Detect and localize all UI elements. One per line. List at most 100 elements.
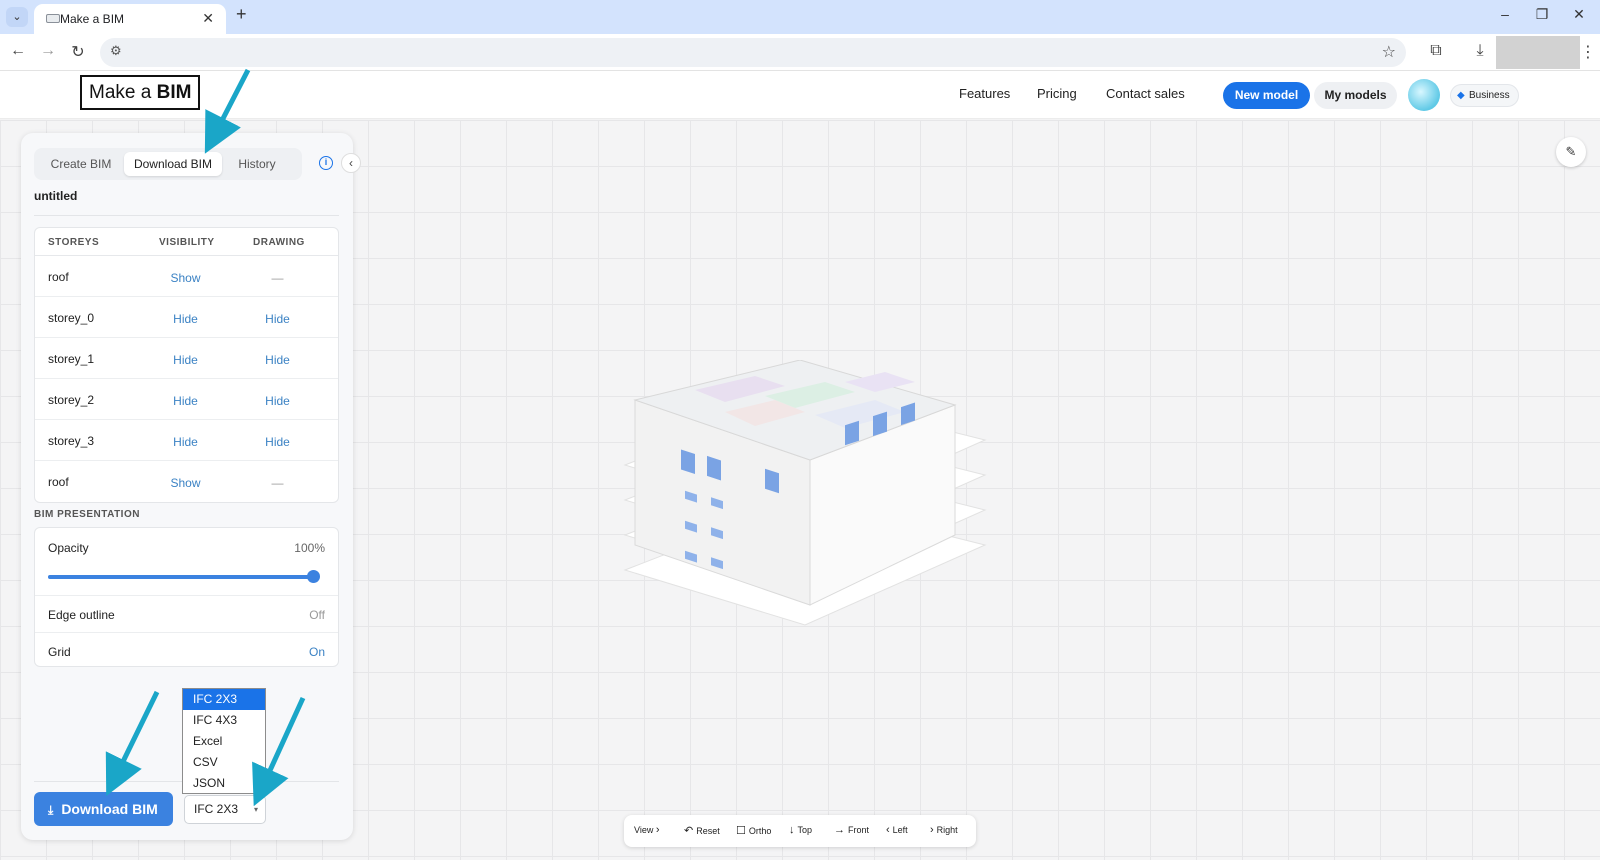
storey-name: roof	[48, 270, 69, 284]
tab-list-button[interactable]: ⌄	[6, 7, 28, 27]
grid-label: Grid	[48, 645, 71, 659]
building-model[interactable]	[615, 360, 995, 640]
model-name: untitled	[34, 189, 78, 203]
address-bar[interactable]: ⚙ ☆	[100, 38, 1406, 67]
table-row: roof Show —	[35, 256, 338, 297]
table-row: roof Show —	[35, 461, 338, 502]
logo[interactable]: Make a BIM	[80, 75, 201, 110]
diamond-icon: ◆	[1457, 90, 1465, 101]
browser-tabstrip: ⌄ Make a BIM ✕ + – ❐ ✕	[0, 0, 1600, 34]
my-models-button[interactable]: My models	[1314, 82, 1397, 109]
visibility-toggle[interactable]: Hide	[148, 353, 223, 367]
drawing-toggle: —	[271, 476, 284, 490]
grid-toggle[interactable]: On	[309, 645, 325, 659]
format-option-csv[interactable]: CSV	[183, 752, 265, 773]
divider	[35, 595, 338, 596]
drawing-toggle: —	[271, 271, 284, 285]
window-close-button[interactable]: ✕	[1564, 6, 1594, 23]
opacity-slider-fill	[48, 575, 313, 579]
col-drawing: DRAWING	[253, 237, 305, 248]
reset-label: Reset	[696, 826, 720, 836]
chevron-right-icon: ›	[655, 824, 660, 836]
col-storeys: STOREYS	[48, 237, 100, 248]
download-icon: ⤓	[48, 803, 54, 817]
info-icon[interactable]: i	[319, 156, 333, 170]
new-model-button[interactable]: New model	[1223, 82, 1310, 109]
bookmark-star-icon[interactable]: ☆	[1382, 42, 1396, 62]
front-view-button[interactable]: → Front	[834, 824, 869, 836]
storey-name: storey_3	[48, 434, 95, 448]
browser-tab[interactable]: Make a BIM ✕	[34, 4, 226, 34]
drawing-toggle[interactable]: Hide	[240, 312, 315, 326]
notes-icon[interactable]: ✎	[1556, 137, 1586, 167]
drawing-toggle[interactable]: Hide	[240, 394, 315, 408]
table-row: storey_2 Hide Hide	[35, 379, 338, 420]
visibility-toggle[interactable]: Hide	[148, 394, 223, 408]
new-tab-button[interactable]: +	[236, 4, 247, 25]
opacity-slider-thumb[interactable]	[307, 570, 320, 583]
drawing-toggle[interactable]: Hide	[240, 435, 315, 449]
format-select[interactable]: IFC 2X3 ▾	[184, 795, 266, 824]
avatar[interactable]	[1408, 79, 1440, 111]
divider	[34, 215, 339, 216]
back-icon[interactable]: ←	[6, 42, 30, 60]
presentation-title: BIM PRESENTATION	[34, 509, 140, 520]
arrow-right-icon: →	[834, 824, 845, 836]
visibility-toggle[interactable]: Hide	[148, 312, 223, 326]
restore-button[interactable]: ❐	[1527, 6, 1557, 23]
format-option-ifc4x3[interactable]: IFC 4X3	[183, 710, 265, 731]
edge-outline-toggle[interactable]: Off	[309, 608, 325, 622]
col-visibility: VISIBILITY	[159, 237, 215, 248]
format-option-json[interactable]: JSON	[183, 773, 265, 794]
tab-create-bim[interactable]: Create BIM	[38, 152, 124, 176]
opacity-label: Opacity	[48, 541, 89, 555]
downloads-icon[interactable]: ⤓	[1468, 42, 1492, 60]
chevron-right-icon: ›	[930, 824, 934, 836]
ortho-label: Ortho	[748, 826, 772, 836]
extensions-icon[interactable]: ⧉	[1424, 42, 1448, 60]
visibility-toggle[interactable]: Show	[148, 271, 223, 285]
browser-menu-icon[interactable]: ⋮	[1576, 42, 1600, 62]
tab-title: Make a BIM	[60, 12, 125, 26]
profile-area[interactable]	[1496, 36, 1580, 69]
table-row: storey_1 Hide Hide	[35, 338, 338, 379]
nav-contact-sales[interactable]: Contact sales	[1106, 86, 1185, 101]
tab-history[interactable]: History	[224, 152, 290, 176]
favicon-icon	[46, 14, 60, 23]
storey-name: storey_2	[48, 393, 95, 407]
format-option-ifc2x3[interactable]: IFC 2X3	[183, 689, 265, 710]
storeys-table: STOREYS VISIBILITY DRAWING roof Show — s…	[34, 227, 339, 503]
arrow-down-icon: ↓	[789, 824, 795, 836]
opacity-slider[interactable]	[48, 575, 313, 579]
drawing-toggle[interactable]: Hide	[240, 353, 315, 367]
chevron-down-icon: ▾	[253, 805, 258, 814]
format-selected-value: IFC 2X3	[194, 802, 239, 816]
visibility-toggle[interactable]: Hide	[148, 435, 223, 449]
divider	[35, 632, 338, 633]
view-menu-button[interactable]: View ›	[634, 824, 663, 836]
nav-pricing[interactable]: Pricing	[1037, 86, 1077, 101]
edge-outline-label: Edge outline	[48, 608, 115, 622]
tab-download-bim[interactable]: Download BIM	[124, 152, 222, 176]
tab-close-icon[interactable]: ✕	[202, 10, 214, 27]
site-info-icon[interactable]: ⚙	[110, 43, 122, 59]
collapse-panel-button[interactable]: ‹	[341, 153, 361, 173]
reset-view-button[interactable]: ↶ Reset	[684, 824, 720, 837]
right-view-button[interactable]: › Right	[930, 824, 958, 836]
format-option-excel[interactable]: Excel	[183, 731, 265, 752]
top-view-button[interactable]: ↓ Top	[789, 824, 812, 836]
storey-name: storey_1	[48, 352, 95, 366]
browser-toolbar: ← → ↻ ⚙ ☆ ⧉ ⤓ ⋮	[0, 34, 1600, 71]
logo-bold: BIM	[156, 82, 192, 103]
download-bim-button[interactable]: ⤓ Download BIM	[34, 792, 173, 826]
visibility-toggle[interactable]: Show	[148, 476, 223, 490]
nav-features[interactable]: Features	[959, 86, 1010, 101]
left-label: Left	[892, 825, 908, 835]
business-badge[interactable]: ◆ Business	[1450, 84, 1519, 107]
minimize-button[interactable]: –	[1490, 6, 1520, 22]
left-view-button[interactable]: ‹ Left	[886, 824, 908, 836]
square-icon: ☐	[736, 825, 746, 837]
reload-icon[interactable]: ↻	[66, 42, 90, 62]
forward-icon[interactable]: →	[36, 42, 60, 60]
ortho-button[interactable]: ☐ Ortho	[736, 824, 771, 837]
